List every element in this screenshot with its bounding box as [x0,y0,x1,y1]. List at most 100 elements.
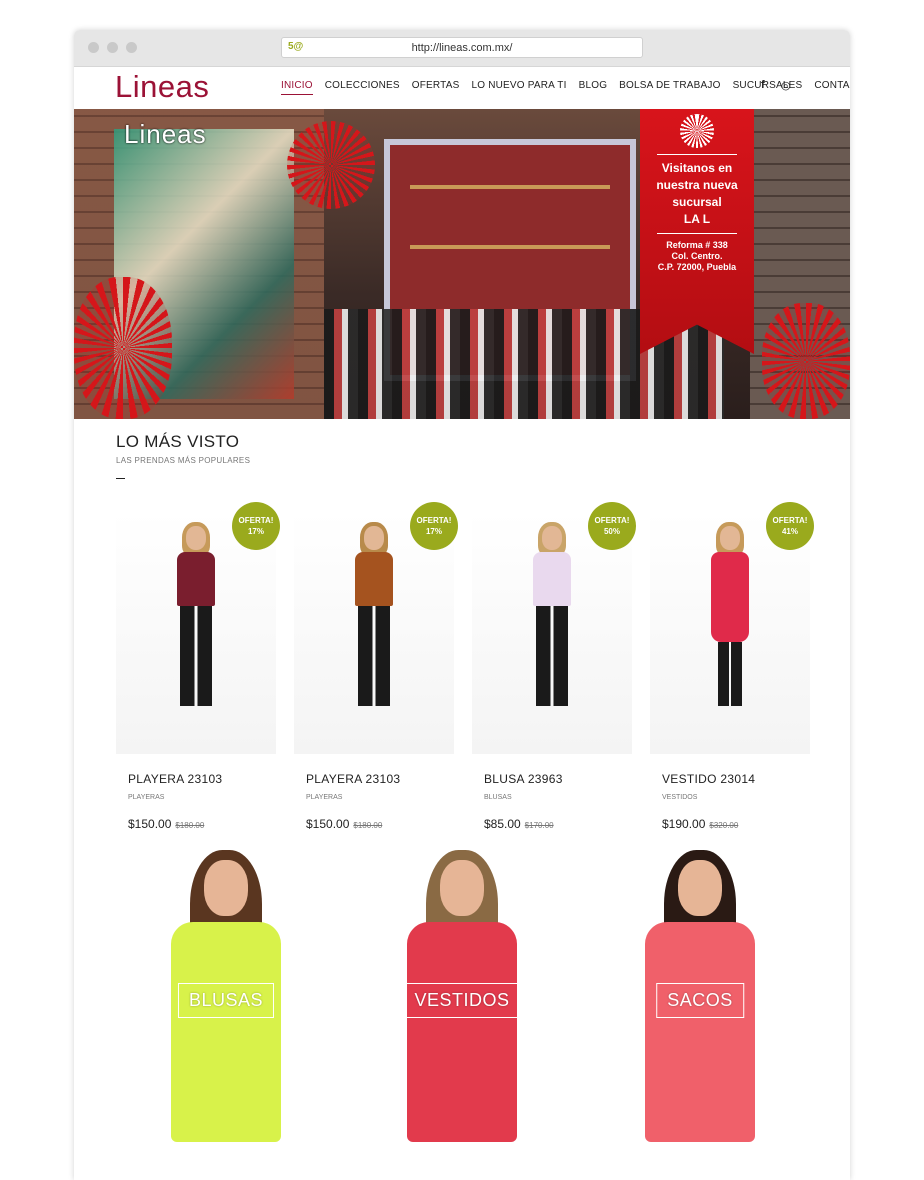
product-name[interactable]: PLAYERA 23103 [128,772,276,786]
product-name[interactable]: VESTIDO 23014 [662,772,810,786]
banner-address: Col. Centro. [671,251,723,261]
category-label[interactable]: SACOS [656,983,744,1018]
product-card[interactable]: OFERTA! 17% PLAYERA 23103 PLAYERAS $150.0… [294,502,458,831]
model-part [182,522,210,556]
banner-address: Reforma # 338 [666,240,728,250]
product-old-price: $320.00 [709,821,739,830]
product-card[interactable]: OFERTA! 50% BLUSA 23963 BLUSAS $85.00 $170… [472,502,636,831]
product-photo[interactable]: OFERTA! 17% [294,502,458,754]
model-part [180,606,212,706]
product-photo[interactable]: OFERTA! 17% [116,502,280,754]
hero-shelf [410,185,610,189]
nav-sucursales[interactable]: SUCURSALES [733,80,803,95]
product-price: $190.00 $320.00 [662,817,810,831]
burst-decoration-icon [287,121,375,209]
model-part [716,522,744,556]
product-price: $150.00 $180.00 [128,817,276,831]
offer-badge: OFERTA! 41% [766,502,814,550]
nav-inicio[interactable]: INICIO [281,80,313,95]
offer-badge-text: OFERTA! [772,516,808,525]
burst-decoration-icon [762,303,850,419]
product-current-price: $190.00 [662,817,706,831]
product-card[interactable]: OFERTA! 17% PLAYERA 23103 PLAYERAS $150.0… [116,502,280,831]
product-current-price: $150.00 [128,817,172,831]
address-bar[interactable]: 5@ http://lineas.com.mx/ [281,37,643,58]
medal-icon [680,114,714,148]
product-price: $150.00 $180.00 [306,817,454,831]
site-logo[interactable]: Lineas [115,69,209,105]
nav-ofertas[interactable]: OFERTAS [412,80,460,95]
offer-badge-text: 17% [425,527,442,536]
product-category[interactable]: BLUSAS [484,794,632,801]
product-old-price: $180.00 [353,821,383,830]
nav-contacto[interactable]: CONTACTO [814,80,850,95]
offer-badge-text: 50% [603,527,620,536]
banner-address: C.P. 72000, Puebla [657,262,737,272]
product-category[interactable]: PLAYERAS [306,794,454,801]
offer-badge-text: OFERTA! [238,516,274,525]
hero-banner[interactable]: Lineas Visitanos en nuestra nueva sucurs… [74,109,850,419]
product-photo[interactable]: OFERTA! 50% [472,502,636,754]
product-card[interactable]: OFERTA! 41% VESTIDO 23014 VESTIDOS $190.0… [650,502,814,831]
offer-badge-text: OFERTA! [594,516,630,525]
nav-bolsa-de-trabajo[interactable]: BOLSA DE TRABAJO [619,80,720,95]
model-part [190,850,262,970]
model-part [358,606,390,706]
section-title: LO MÁS VISTO [116,432,240,451]
banner-divider [657,233,737,234]
hero-logo: Lineas [124,119,207,149]
product-old-price: $180.00 [175,821,205,830]
product-photo[interactable]: OFERTA! 41% [650,502,814,754]
model-figure [533,522,571,706]
category-label[interactable]: VESTIDOS [403,983,521,1018]
offer-badge-text: 17% [247,527,264,536]
model-figure [177,522,215,706]
category-tile-blusas[interactable]: BLUSAS [126,850,326,1155]
model-part [664,850,736,970]
new-store-banner[interactable]: Visitanos en nuestra nueva sucursal LA L… [640,109,754,354]
product-category[interactable]: PLAYERAS [128,794,276,801]
offer-badge: OFERTA! 17% [410,502,458,550]
maximize-window-dot[interactable] [126,42,137,53]
model-part [182,522,210,556]
burst-decoration-icon [74,277,172,419]
banner-line: nuestra nueva [656,178,738,192]
section-divider [116,478,125,479]
product-name[interactable]: BLUSA 23963 [484,772,632,786]
product-category[interactable]: VESTIDOS [662,794,810,801]
instagram-icon[interactable]: ◎ [781,79,791,92]
model-part [426,850,498,970]
minimize-window-dot[interactable] [107,42,118,53]
product-top [355,552,393,606]
category-label[interactable]: BLUSAS [177,983,275,1018]
browser-toolbar: 5@ http://lineas.com.mx/ [74,30,850,67]
facebook-icon[interactable]: f [761,79,765,91]
offer-badge: OFERTA! 17% [232,502,280,550]
model-figure [711,522,749,706]
product-top [177,552,215,606]
hero-shelf [410,245,610,249]
category-tile-vestidos[interactable]: VESTIDOS [362,850,562,1155]
banner-divider [657,154,737,155]
nav-colecciones[interactable]: COLECCIONES [325,80,400,95]
offer-badge-text: 41% [781,527,798,536]
product-name[interactable]: PLAYERA 23103 [306,772,454,786]
nav-blog[interactable]: BLOG [579,80,608,95]
model-part [360,522,388,556]
offer-badge: OFERTA! 50% [588,502,636,550]
banner-line: sucursal [672,195,722,209]
category-tile-sacos[interactable]: SACOS [600,850,800,1155]
nav-lo-nuevo[interactable]: LO NUEVO PARA TI [471,80,566,95]
product-top [711,552,749,642]
product-current-price: $150.00 [306,817,350,831]
section-subtitle: LAS PRENDAS MÁS POPULARES [116,456,251,465]
close-window-dot[interactable] [88,42,99,53]
address-url[interactable]: http://lineas.com.mx/ [282,42,642,54]
model-part [536,606,568,706]
site-header: Lineas INICIO COLECCIONES OFERTAS LO NUE… [74,67,850,110]
model-part [716,522,744,556]
product-top [533,552,571,606]
model-part [538,522,566,556]
model-part [718,642,742,706]
offer-badge-text: OFERTA! [416,516,452,525]
